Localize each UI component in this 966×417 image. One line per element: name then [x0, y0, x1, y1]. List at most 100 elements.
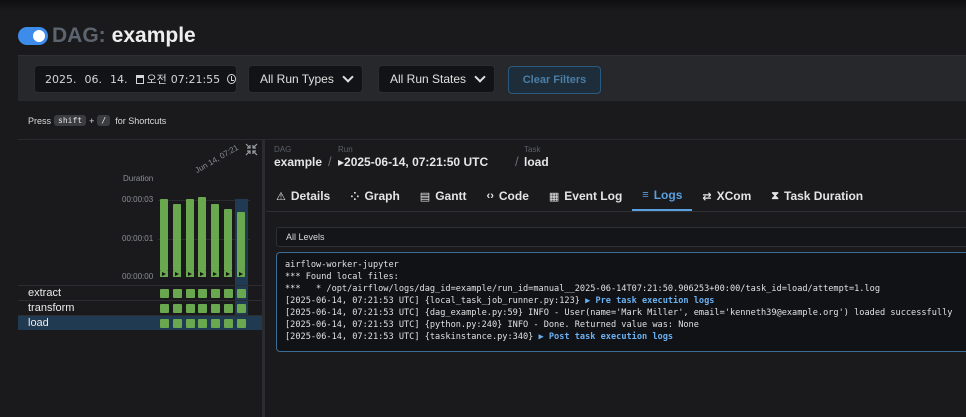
task-instance-square[interactable]: [198, 319, 208, 328]
tab-details[interactable]: ⚠ Details: [266, 181, 340, 211]
run-type-value: All Run Types: [260, 72, 334, 86]
breadcrumb-task[interactable]: load: [524, 155, 549, 169]
task-instance-square[interactable]: [198, 304, 208, 313]
code-icon: ‹›: [486, 190, 494, 202]
duration-tick: 00:00:03: [122, 195, 154, 204]
logs-icon: ≡: [642, 189, 649, 201]
task-instance-square[interactable]: [172, 319, 182, 328]
date-time: 07:21:55: [170, 72, 221, 86]
log-text: airflow-worker-jupyter: [285, 260, 399, 270]
run-type-play-icon: [236, 271, 245, 277]
tab-xcom[interactable]: ⇄ XCom: [692, 181, 761, 211]
task-instance-square[interactable]: [160, 319, 169, 328]
tab-task-duration[interactable]: ⧗ Task Duration: [761, 181, 873, 211]
run-duration-bar[interactable]: [198, 197, 207, 271]
run-type-play-icon: [211, 271, 220, 277]
task-instance-square[interactable]: [198, 289, 208, 298]
duration-tick: 00:00:00: [122, 272, 154, 281]
duration-tick: 00:00:01: [122, 234, 154, 243]
task-instance-square[interactable]: [224, 319, 233, 328]
collapse-icon[interactable]: [245, 143, 258, 156]
log-line: airflow-worker-jupyter: [285, 259, 966, 271]
run-duration-bar[interactable]: [172, 204, 181, 271]
chevron-down-icon: [342, 71, 354, 83]
breadcrumb-run[interactable]: ▸2025-06-14, 07:21:50 UTC: [338, 155, 488, 169]
run-state-value: All Run States: [390, 72, 467, 86]
calendar-icon[interactable]: [135, 74, 144, 84]
log-level-select[interactable]: All Levels: [276, 227, 966, 247]
tab-logs[interactable]: ≡ Logs: [632, 181, 693, 211]
run-duration-bar[interactable]: [211, 204, 220, 271]
log-text: *** * /opt/airflow/logs/dag_id=example/r…: [285, 284, 880, 294]
log-output[interactable]: airflow-worker-jupyter *** Found local f…: [276, 252, 966, 352]
run-state-select[interactable]: All Run States: [378, 65, 495, 93]
date-month: 06.: [84, 72, 103, 86]
task-instance-square[interactable]: [185, 289, 195, 298]
pre-execution-logs-toggle[interactable]: ▶ Pre task execution logs: [585, 296, 714, 306]
task-instance-square[interactable]: [160, 304, 169, 313]
run-type-play-icon: [224, 271, 232, 277]
run-duration-bar[interactable]: [224, 209, 232, 271]
xcom-icon: ⇄: [702, 190, 712, 203]
base-date-input[interactable]: 2025. 06. 14. 오전 07:21:55: [34, 65, 237, 93]
dag-pause-toggle[interactable]: [18, 27, 48, 45]
run-duration-bar[interactable]: [160, 199, 168, 271]
task-name: transform: [28, 302, 75, 314]
log-line: [2025-06-14, 07:21:53 UTC] {local_task_j…: [285, 295, 966, 307]
dag-title: example: [111, 24, 196, 47]
tab-label: Code: [498, 189, 529, 203]
task-instance-square[interactable]: [172, 289, 182, 298]
run-duration-bar[interactable]: [236, 212, 245, 271]
tab-label: Task Duration: [784, 189, 864, 203]
breadcrumb-task-label: Task: [524, 145, 541, 154]
breadcrumb-dag[interactable]: example: [274, 155, 322, 169]
log-line: [2025-06-14, 07:21:53 UTC] {python.py:24…: [285, 319, 966, 331]
run-duration-bar[interactable]: [185, 199, 194, 271]
post-execution-logs-toggle[interactable]: ▶ Post task execution logs: [539, 332, 674, 342]
clock-icon[interactable]: [227, 74, 236, 84]
task-instance-square[interactable]: [185, 304, 195, 313]
breadcrumb-separator: /: [515, 154, 519, 169]
shortcuts-plus: +: [89, 115, 95, 126]
breadcrumb-dag-label: DAG: [274, 145, 292, 154]
shortcut-key-slash: /: [97, 115, 111, 126]
dag-title-prefix: DAG:: [52, 24, 106, 47]
task-instance-square[interactable]: [172, 304, 182, 313]
task-instance-square[interactable]: [236, 319, 246, 328]
task-instance-square[interactable]: [224, 304, 233, 313]
run-type-select[interactable]: All Run Types: [248, 65, 363, 93]
log-text: [2025-06-14, 07:21:53 UTC] {taskinstance…: [285, 332, 539, 342]
clear-filters-button[interactable]: Clear Filters: [508, 66, 601, 94]
breadcrumb-run-label: Run: [338, 145, 353, 154]
date-year: 2025.: [45, 72, 77, 86]
panel-resize-handle[interactable]: [262, 140, 265, 417]
run-type-play-icon: [185, 271, 194, 277]
event-log-icon: ▦: [548, 190, 560, 203]
toggle-knob: [33, 30, 45, 42]
log-text: *** Found local files:: [285, 272, 399, 282]
duration-axis-label: Duration: [123, 174, 154, 183]
tab-event-log[interactable]: ▦ Event Log: [539, 181, 632, 211]
task-instance-square[interactable]: [211, 289, 221, 298]
run-type-play-icon: [160, 271, 168, 277]
log-line: *** * /opt/airflow/logs/dag_id=example/r…: [285, 283, 966, 295]
task-instance-square[interactable]: [211, 319, 221, 328]
tab-code[interactable]: ‹› Code: [477, 181, 539, 211]
task-instance-square[interactable]: [224, 289, 233, 298]
date-ampm: 오전: [146, 73, 167, 86]
shortcuts-suffix: for Shortcuts: [115, 115, 167, 126]
task-name: load: [28, 317, 49, 329]
task-instance-square[interactable]: [185, 319, 195, 328]
tab-gantt[interactable]: ▤ Gantt: [410, 181, 477, 211]
log-text: [2025-06-14, 07:21:53 UTC] {dag_example.…: [285, 308, 953, 318]
task-instance-square[interactable]: [236, 304, 246, 313]
log-line: [2025-06-14, 07:21:53 UTC] {dag_example.…: [285, 307, 966, 319]
tab-label: Gantt: [435, 189, 467, 203]
log-line: *** Found local files:: [285, 271, 966, 283]
dag-title-row: DAG: example: [18, 22, 196, 50]
tab-label: Graph: [364, 189, 400, 203]
task-instance-square[interactable]: [236, 289, 246, 298]
task-instance-square[interactable]: [160, 289, 169, 298]
task-instance-square[interactable]: [211, 304, 221, 313]
tab-graph[interactable]: ⁘ Graph: [340, 181, 410, 211]
